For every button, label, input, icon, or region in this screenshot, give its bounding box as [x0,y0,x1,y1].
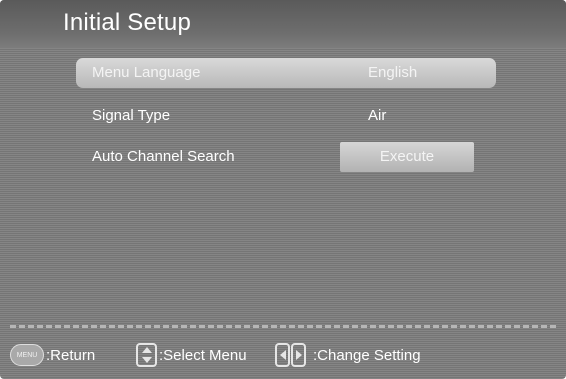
select-menu-hint-text: :Select Menu [159,346,247,364]
menu-key-icon: MENU [10,344,44,366]
select-menu-hint: :Select Menu [136,337,247,373]
change-setting-hint: :Change Setting [275,337,421,373]
execute-button[interactable]: Execute [340,142,474,172]
menu-header: Initial Setup [0,0,566,48]
menu-item-label: Menu Language [92,64,201,81]
tv-menu-screen: Initial Setup Menu Language English Sign… [0,0,566,379]
right-arrow-icon [291,343,306,367]
menu-item-language[interactable]: Menu Language English [76,58,496,88]
menu-item-label: Auto Channel Search [92,148,235,165]
left-arrow-icon [275,343,290,367]
menu-item-signal-type[interactable]: Signal Type Air [76,101,496,131]
change-setting-hint-text: :Change Setting [313,346,421,364]
return-hint-text: :Return [46,346,96,364]
left-right-arrows-icon [275,343,307,367]
up-down-arrows-icon [136,343,157,367]
menu-item-value: English [368,64,418,81]
page-title: Initial Setup [63,9,192,36]
footer-hints: MENU :Return :Select Menu :Change Settin… [0,337,566,373]
footer-divider [10,325,556,328]
menu-item-value: Air [368,107,387,124]
menu-item-auto-channel-search[interactable]: Auto Channel Search Execute [76,142,496,172]
return-hint: MENU :Return [10,337,95,373]
menu-item-label: Signal Type [92,107,171,124]
